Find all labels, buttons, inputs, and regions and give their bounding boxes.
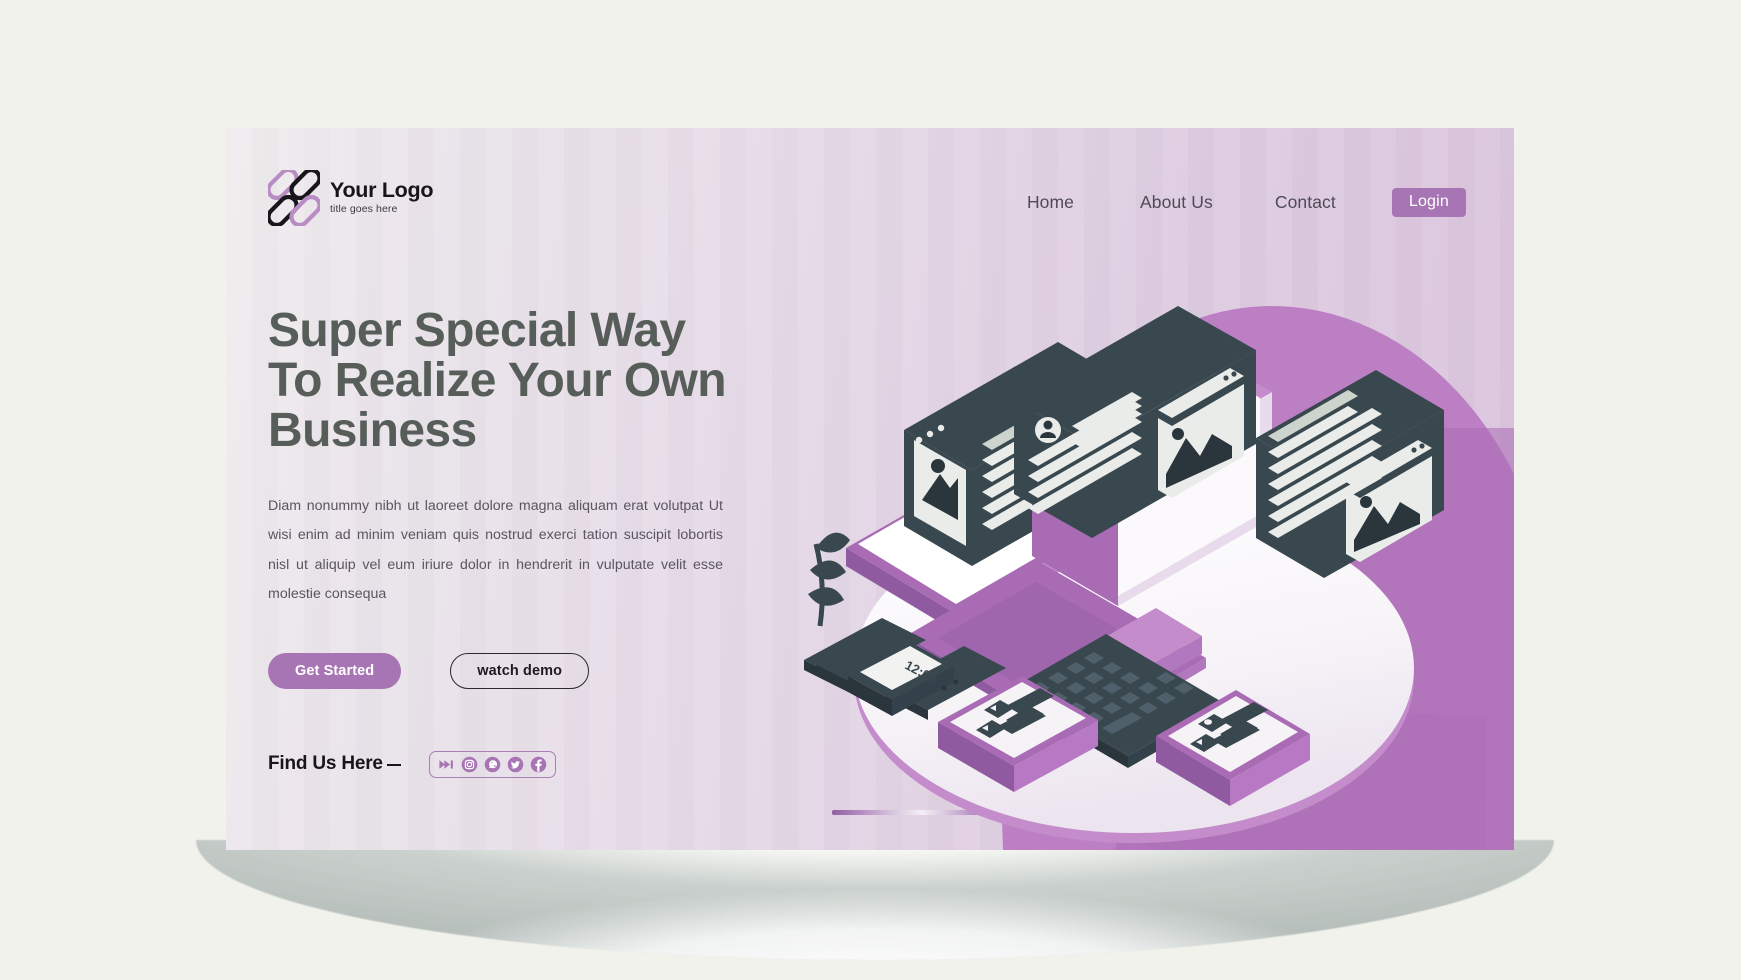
- watch-demo-button[interactable]: watch demo: [450, 652, 590, 689]
- find-us-row: Find Us Here: [268, 750, 808, 778]
- hero-content: Super Special Way To Realize Your Own Bu…: [268, 306, 808, 778]
- twitter-icon[interactable]: [507, 756, 524, 773]
- hero-headline: Super Special Way To Realize Your Own Bu…: [268, 304, 727, 457]
- whatsapp-icon[interactable]: [484, 756, 501, 773]
- paper-mockup-shadow: [196, 840, 1554, 960]
- brand-name: Your Logo: [330, 177, 434, 202]
- main-navigation: Home About Us Contact Login: [1027, 186, 1466, 219]
- nav-item-contact[interactable]: Contact: [1275, 186, 1336, 219]
- floating-media-card: [1256, 370, 1444, 578]
- screenshot-stage: Your Logo title goes here Home About Us …: [0, 0, 1741, 980]
- login-button[interactable]: Login: [1391, 188, 1466, 217]
- facebook-icon[interactable]: [530, 756, 547, 773]
- instagram-icon[interactable]: [461, 756, 478, 773]
- label-underscore: [386, 764, 401, 767]
- site-header: Your Logo title goes here Home About Us …: [226, 128, 1514, 288]
- find-us-label: Find Us Here: [268, 753, 401, 775]
- brand-tagline: title goes here: [330, 203, 398, 215]
- nav-item-about-us[interactable]: About Us: [1140, 186, 1213, 219]
- hero-cta-row: Get Started watch demo: [268, 652, 808, 689]
- brand-logo[interactable]: Your Logo title goes here: [268, 170, 433, 226]
- brand-logo-text: Your Logo title goes here: [330, 177, 434, 217]
- plant-icon: [808, 532, 850, 627]
- landing-page-mockup: Your Logo title goes here Home About Us …: [226, 128, 1514, 850]
- nav-item-home[interactable]: Home: [1027, 186, 1074, 219]
- isometric-workspace-illustration: 12:00: [786, 248, 1486, 850]
- interlocking-loops-logo-icon: [268, 170, 320, 226]
- fast-forward-icon[interactable]: [438, 756, 455, 773]
- hero-paragraph: Diam nonummy nibh ut laoreet dolore magn…: [268, 497, 723, 603]
- get-started-button[interactable]: Get Started: [268, 652, 402, 689]
- social-links: [428, 750, 556, 778]
- workspace-illustration-svg: 12:00: [804, 306, 1486, 850]
